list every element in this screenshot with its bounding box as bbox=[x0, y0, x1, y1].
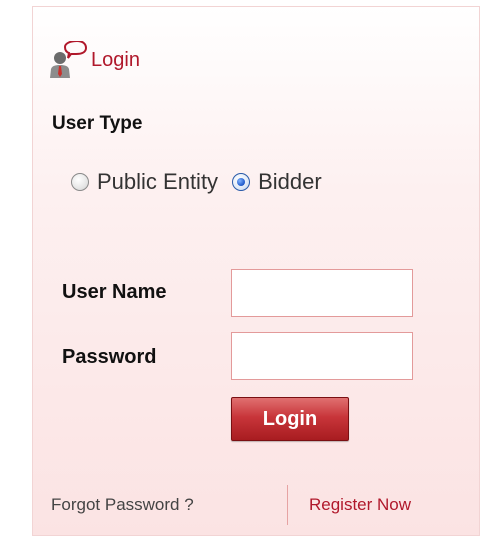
register-now-link[interactable]: Register Now bbox=[309, 495, 411, 515]
username-input[interactable] bbox=[231, 269, 413, 317]
login-title: Login bbox=[91, 49, 140, 71]
footer-divider bbox=[287, 485, 288, 525]
bidder-radio[interactable] bbox=[232, 173, 251, 191]
public-entity-label[interactable]: Public Entity bbox=[97, 169, 218, 195]
password-label: Password bbox=[62, 346, 157, 368]
login-header: Login bbox=[49, 39, 140, 79]
bidder-label[interactable]: Bidder bbox=[258, 169, 322, 195]
user-login-icon bbox=[49, 39, 88, 79]
forgot-password-link[interactable]: Forgot Password ? bbox=[51, 495, 194, 515]
user-type-label: User Type bbox=[52, 113, 143, 134]
user-type-radio-group: Public Entity Bidder bbox=[71, 169, 322, 195]
login-panel: Login User Type Public Entity Bidder Use… bbox=[32, 6, 480, 536]
public-entity-radio[interactable] bbox=[71, 173, 89, 191]
password-input[interactable] bbox=[231, 332, 413, 380]
login-button[interactable]: Login bbox=[231, 397, 349, 441]
username-label: User Name bbox=[62, 281, 167, 303]
